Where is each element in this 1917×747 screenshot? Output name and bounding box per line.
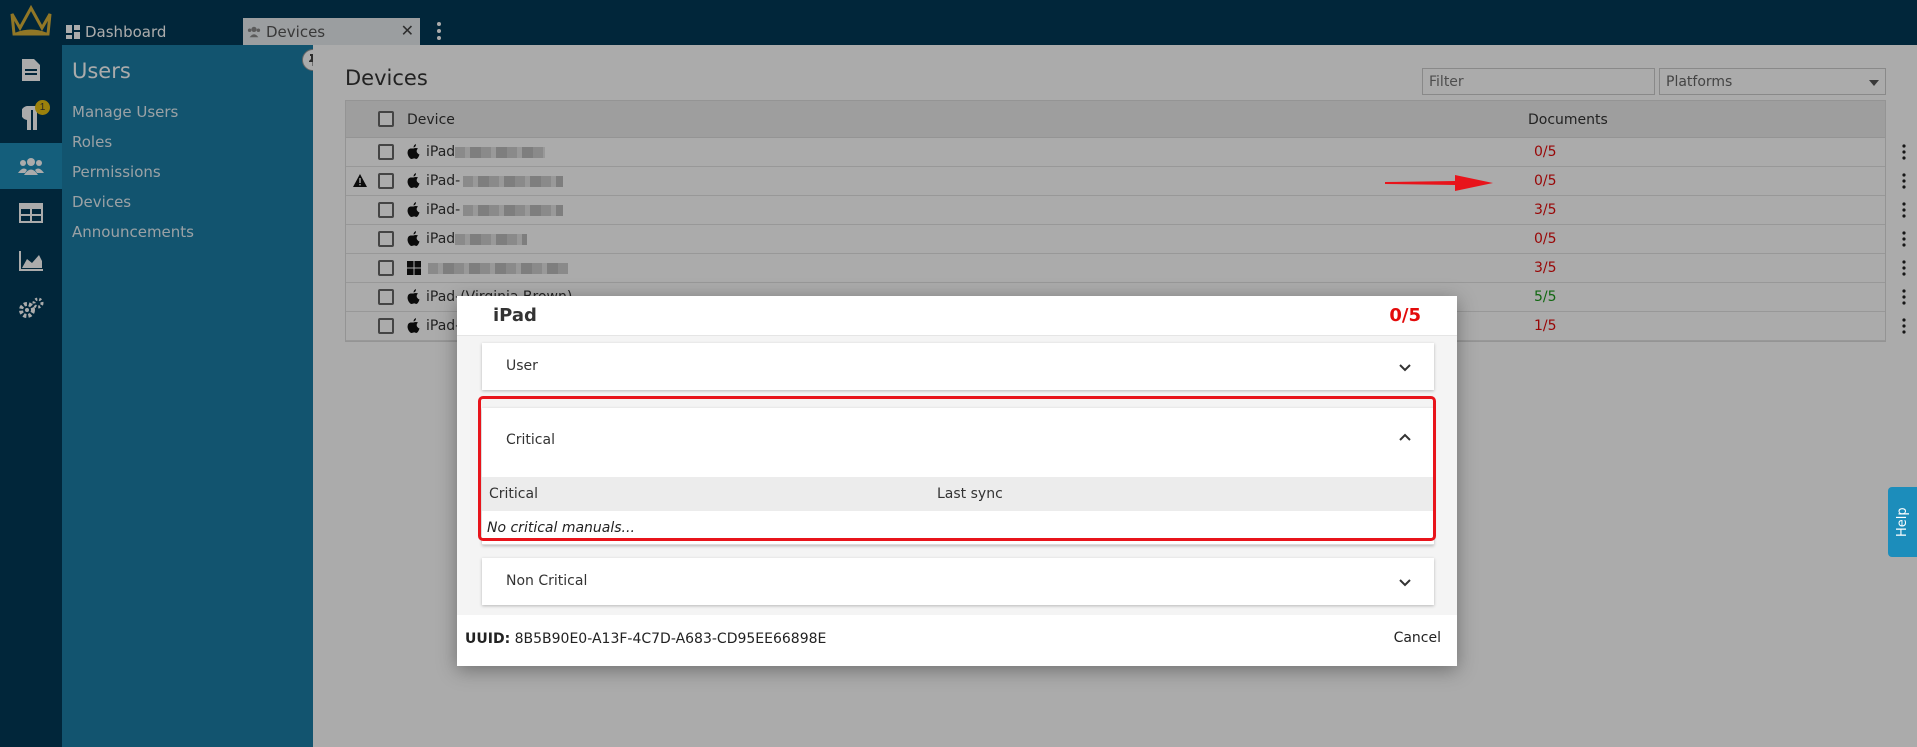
panel-user-label: User [506, 358, 538, 374]
uuid-value: 8B5B90E0-A13F-4C7D-A683-CD95EE66898E [514, 631, 827, 647]
annotation-highlight-box [478, 396, 1436, 541]
panel-non-critical[interactable]: Non Critical [482, 558, 1434, 605]
device-detail-dialog: iPad 0/5 User Critical Critical Last syn… [457, 296, 1457, 666]
help-label: Help [1895, 507, 1910, 537]
panel-non-critical-label: Non Critical [506, 573, 588, 589]
chevron-down-icon[interactable] [1398, 363, 1412, 373]
uuid-text: UUID: 8B5B90E0-A13F-4C7D-A683-CD95EE6689… [465, 631, 826, 647]
panel-user[interactable]: User [482, 343, 1434, 390]
chevron-down-icon[interactable] [1398, 578, 1412, 588]
uuid-label: UUID: [465, 631, 511, 647]
dialog-body: User Critical Critical Last sync No crit… [457, 336, 1457, 615]
dialog-documents-score: 0/5 [1389, 305, 1421, 326]
annotation-arrow-icon [1385, 175, 1493, 191]
dialog-title: iPad [493, 305, 537, 326]
help-button[interactable]: Help [1888, 487, 1917, 557]
dialog-footer: UUID: 8B5B90E0-A13F-4C7D-A683-CD95EE6689… [457, 615, 1457, 666]
cancel-button[interactable]: Cancel [1394, 630, 1441, 646]
